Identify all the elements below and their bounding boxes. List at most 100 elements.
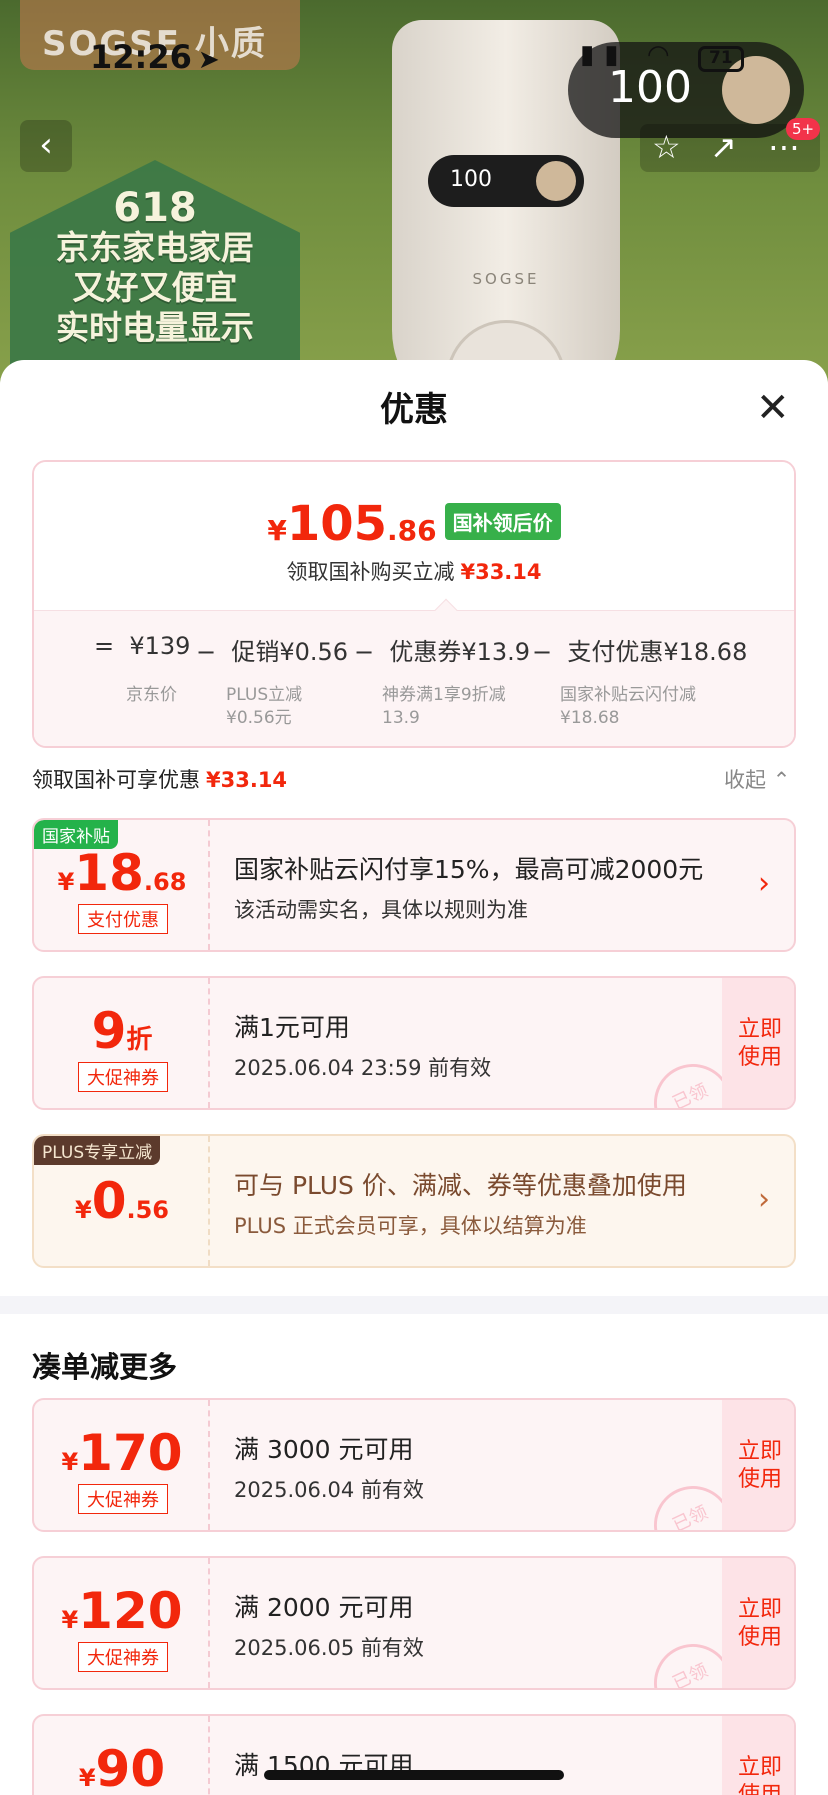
coupon-title: 可与 PLUS 价、满减、券等优惠叠加使用 bbox=[234, 1171, 687, 1200]
device-knob bbox=[536, 161, 576, 201]
breakdown-item: = ¥139 bbox=[94, 632, 190, 660]
coupon-card-plus[interactable]: PLUS专享立减 ¥0.56 可与 PLUS 价、满减、券等优惠叠加使用 PLU… bbox=[32, 1134, 796, 1268]
wifi-icon: ◠ bbox=[646, 40, 680, 70]
breakdown-item: − 促销¥0.56 bbox=[196, 632, 348, 667]
signal-icon: ▮▮ bbox=[580, 40, 629, 70]
coupon-currency: ¥ bbox=[74, 1196, 92, 1224]
collapse-button[interactable]: 收起 ⌃ bbox=[724, 764, 790, 794]
breakdown-value: ¥139 bbox=[129, 632, 191, 660]
operator: − bbox=[196, 638, 217, 666]
coupon-title: 满 2000 元可用 bbox=[234, 1593, 414, 1622]
coupon-title: 国家补贴云闪付享15%，最高可减2000元 bbox=[234, 855, 704, 884]
back-button[interactable]: ‹ bbox=[20, 120, 72, 172]
coupon-type: 大促神券 bbox=[78, 1062, 168, 1092]
price-tag: 国补领后价 bbox=[444, 503, 561, 540]
promo-line: 又好又便宜 bbox=[72, 268, 238, 307]
coupon-desc: PLUS 正式会员可享，具体以结算为准 bbox=[234, 1214, 587, 1238]
more-coupons-title: 凑单减更多 bbox=[32, 1350, 178, 1384]
coupon-amount: ¥18.68 bbox=[34, 844, 210, 902]
battery-icon: 71 bbox=[697, 46, 744, 72]
coupon-amount-dec: .56 bbox=[126, 1196, 169, 1224]
coupon-amount: ¥120 bbox=[34, 1582, 210, 1640]
breakdown-note: 京东价 bbox=[126, 685, 177, 705]
coupon-card-discount[interactable]: 9折 大促神券 满1元可用 2025.06.04 23:59 前有效 已领 立即… bbox=[32, 976, 796, 1110]
more-badge: 5+ bbox=[786, 118, 821, 140]
discount-sheet: 优惠 ✕ ¥105.86 国补领后价 领取国补购买立减 ¥33.14 = ¥139 … bbox=[0, 360, 828, 1795]
coupon-amount-int: 9 bbox=[91, 1002, 127, 1060]
time-text: 12:26 bbox=[90, 38, 192, 76]
use-now-button[interactable]: 立即 使用 bbox=[722, 978, 794, 1108]
section-label: 领取国补可享优惠 bbox=[32, 768, 200, 792]
breakdown-note: 国家补贴云闪付减 ¥18.68 bbox=[560, 685, 696, 728]
use-now-button[interactable]: 立即 使用 bbox=[722, 1716, 794, 1795]
coupon-desc: 2025.06.04 前有效 bbox=[234, 1478, 424, 1502]
breakdown-value: 促销¥0.56 bbox=[231, 638, 349, 666]
promo-line: 618 bbox=[113, 185, 197, 231]
coupon-amount-dec: .68 bbox=[143, 868, 187, 896]
device-logo: SOGSE bbox=[472, 270, 540, 288]
chevron-up-icon: ⌃ bbox=[772, 768, 791, 792]
coupon-type: 支付优惠 bbox=[78, 904, 168, 934]
device-screen-value: 100 bbox=[450, 167, 492, 192]
coupon-desc: 2025.06.05 前有效 bbox=[234, 1636, 424, 1660]
coupon-amount-int: 170 bbox=[78, 1424, 183, 1482]
home-indicator bbox=[264, 1770, 564, 1780]
chevron-right-icon[interactable]: › bbox=[758, 866, 770, 901]
coupon-amount-int: 18 bbox=[74, 844, 144, 902]
coupon-corner-tag: PLUS专享立减 bbox=[34, 1136, 161, 1165]
coupon-card-more[interactable]: ¥90 满 1500 元可用 立即 使用 bbox=[32, 1714, 796, 1795]
final-price: ¥105.86 国补领后价 bbox=[34, 496, 794, 552]
coupon-amount: ¥90 bbox=[34, 1740, 210, 1795]
coupon-card-subsidy[interactable]: 国家补贴 ¥18.68 支付优惠 国家补贴云闪付享15%，最高可减2000元 该… bbox=[32, 818, 796, 952]
coupon-amount-int: 90 bbox=[95, 1740, 166, 1795]
price-sub-label: 领取国补购买立减 bbox=[286, 560, 455, 584]
system-icons: ▮▮ ◠ 71 bbox=[580, 40, 744, 72]
use-now-button[interactable]: 立即 使用 bbox=[722, 1558, 794, 1688]
promo-line: 京东家电家居 bbox=[56, 228, 254, 267]
currency-symbol: ¥ bbox=[267, 514, 287, 547]
coupon-type: 大促神券 bbox=[78, 1484, 168, 1514]
coupon-amount: 9折 bbox=[34, 1002, 210, 1060]
coupon-amount-int: 120 bbox=[78, 1582, 183, 1640]
operator: = bbox=[94, 632, 115, 660]
location-arrow-icon: ➤ bbox=[197, 45, 220, 75]
coupon-card-more[interactable]: ¥170 大促神券 满 3000 元可用 2025.06.04 前有效 已领 立… bbox=[32, 1398, 796, 1532]
status-time: 12:26 ➤ bbox=[90, 38, 220, 76]
share-icon[interactable]: ↗ bbox=[710, 128, 737, 166]
breakdown-item: − 优惠券¥13.9 bbox=[354, 632, 530, 667]
coupon-type: 大促神券 bbox=[78, 1642, 168, 1672]
coupon-amount: ¥0.56 bbox=[34, 1172, 210, 1230]
coupon-currency: ¥ bbox=[57, 868, 75, 896]
section-divider bbox=[0, 1296, 828, 1314]
promo-text: 618 京东家电家居 又好又便宜 实时电量显示 bbox=[30, 188, 280, 348]
coupon-amount-int: 0 bbox=[91, 1172, 127, 1230]
price-sub: 领取国补购买立减 ¥33.14 bbox=[34, 556, 794, 586]
device-screen: 100 bbox=[428, 155, 584, 207]
status-bar: 12:26 ➤ ▮▮ ◠ 71 bbox=[0, 0, 828, 110]
sheet-title: 优惠 bbox=[380, 390, 448, 430]
coupon-desc: 该活动需实名，具体以规则为准 bbox=[234, 898, 528, 922]
favorite-star-icon[interactable]: ☆ bbox=[652, 128, 681, 166]
coupon-card-more[interactable]: ¥120 大促神券 满 2000 元可用 2025.06.05 前有效 已领 立… bbox=[32, 1556, 796, 1690]
coupon-title: 满1元可用 bbox=[234, 1013, 350, 1042]
price-int: 105 bbox=[286, 496, 388, 552]
collapse-label: 收起 bbox=[724, 768, 766, 792]
coupon-currency: ¥ bbox=[61, 1448, 79, 1476]
price-sub-amount: ¥33.14 bbox=[460, 560, 542, 584]
price-dec: .86 bbox=[387, 514, 437, 547]
section-amount: ¥33.14 bbox=[206, 768, 288, 792]
coupon-title: 满 3000 元可用 bbox=[234, 1435, 414, 1464]
operator: − bbox=[532, 638, 553, 666]
subsidy-section-header: 领取国补可享优惠 ¥33.14 bbox=[32, 764, 287, 794]
breakdown-note: PLUS立减 ¥0.56元 bbox=[226, 685, 303, 728]
chevron-right-icon[interactable]: › bbox=[758, 1182, 770, 1217]
coupon-unit: 折 bbox=[126, 1025, 153, 1055]
coupon-currency: ¥ bbox=[61, 1606, 79, 1634]
operator: − bbox=[354, 638, 375, 666]
use-now-button[interactable]: 立即 使用 bbox=[722, 1400, 794, 1530]
breakdown-item: − 支付优惠¥18.68 bbox=[532, 632, 747, 667]
price-summary: ¥105.86 国补领后价 领取国补购买立减 ¥33.14 = ¥139 京东价 −… bbox=[32, 460, 796, 748]
close-icon[interactable]: ✕ bbox=[756, 388, 790, 428]
coupon-amount: ¥170 bbox=[34, 1424, 210, 1482]
breakdown-note: 神券满1享9折减 13.9 bbox=[382, 685, 506, 728]
